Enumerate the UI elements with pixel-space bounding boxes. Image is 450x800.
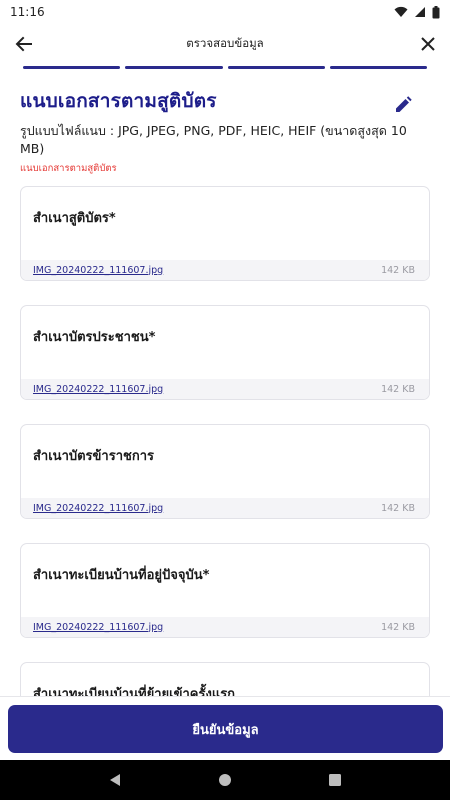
attached-file-row: IMG_20240222_111607.jpg 142 KB [21,379,429,399]
page-title: ตรวจสอบข้อมูล [186,36,264,50]
status-time: 11:16 [10,5,45,19]
document-title: สำเนาบัตรข้าราชการ [33,449,154,464]
section-title: แนบเอกสารตามสูติบัตร [20,90,217,112]
document-title: สำเนาทะเบียนบ้านที่ย้ายเข้าครั้งแรก [33,687,236,696]
nav-home-icon[interactable] [218,773,232,787]
document-title: สำเนาสูติบัตร* [33,211,116,226]
system-nav-bar [0,760,450,800]
document-card[interactable]: สำเนาบัตรประชาชน* IMG_20240222_111607.jp… [20,305,430,400]
nav-recents-icon[interactable] [328,773,342,787]
document-title: สำเนาบัตรประชาชน* [33,330,156,345]
pencil-icon [396,96,412,112]
document-title: สำเนาทะเบียนบ้านที่อยู่ปัจจุบัน* [33,568,210,583]
file-size: 142 KB [381,621,415,633]
document-card[interactable]: สำเนาสูติบัตร* IMG_20240222_111607.jpg 1… [20,186,430,281]
status-bar: 11:16 [0,0,450,24]
status-icons [394,5,440,19]
file-name-link[interactable]: IMG_20240222_111607.jpg [33,265,163,276]
attached-file-row: IMG_20240222_111607.jpg 142 KB [21,498,429,518]
file-name-link[interactable]: IMG_20240222_111607.jpg [33,622,163,633]
step-indicator-3 [227,66,325,69]
file-size: 142 KB [381,383,415,395]
app-bar: ตรวจสอบข้อมูล [0,24,450,64]
file-size: 142 KB [381,502,415,514]
document-card[interactable]: สำเนาทะเบียนบ้านที่ย้ายเข้าครั้งแรก [20,662,430,696]
section-header: แนบเอกสารตามสูติบัตร รูปแบบไฟล์แนบ : JPG… [20,86,430,176]
file-name-link[interactable]: IMG_20240222_111607.jpg [33,384,163,395]
file-name-link[interactable]: IMG_20240222_111607.jpg [33,503,163,514]
edit-button[interactable] [394,96,416,118]
step-indicator-1 [23,66,121,69]
nav-back-icon[interactable] [108,773,122,787]
wifi-icon [394,6,408,17]
close-icon [421,37,435,51]
document-card[interactable]: สำเนาทะเบียนบ้านที่อยู่ปัจจุบัน* IMG_202… [20,543,430,638]
file-format-description: รูปแบบไฟล์แนบ : JPG, JPEG, PNG, PDF, HEI… [20,123,407,156]
bottom-action-bar: ยืนยันข้อมูล [0,696,450,760]
confirm-button[interactable]: ยืนยันข้อมูล [8,705,443,753]
attached-file-row: IMG_20240222_111607.jpg 142 KB [21,260,429,280]
step-indicator-4 [329,66,427,69]
close-button[interactable] [416,32,440,56]
progress-stepper [23,66,427,70]
content-scroll-area[interactable]: แนบเอกสารตามสูติบัตร รูปแบบไฟล์แนบ : JPG… [0,72,450,696]
file-size: 142 KB [381,264,415,276]
document-card[interactable]: สำเนาบัตรข้าราชการ IMG_20240222_111607.j… [20,424,430,519]
signal-icon [415,7,425,17]
step-indicator-2 [125,66,223,69]
arrow-left-icon [15,36,32,52]
attached-file-row: IMG_20240222_111607.jpg 142 KB [21,617,429,637]
back-button[interactable] [12,32,36,56]
section-error-text: แนบเอกสารตามสูติบัตร [20,163,117,174]
battery-icon [432,5,440,18]
